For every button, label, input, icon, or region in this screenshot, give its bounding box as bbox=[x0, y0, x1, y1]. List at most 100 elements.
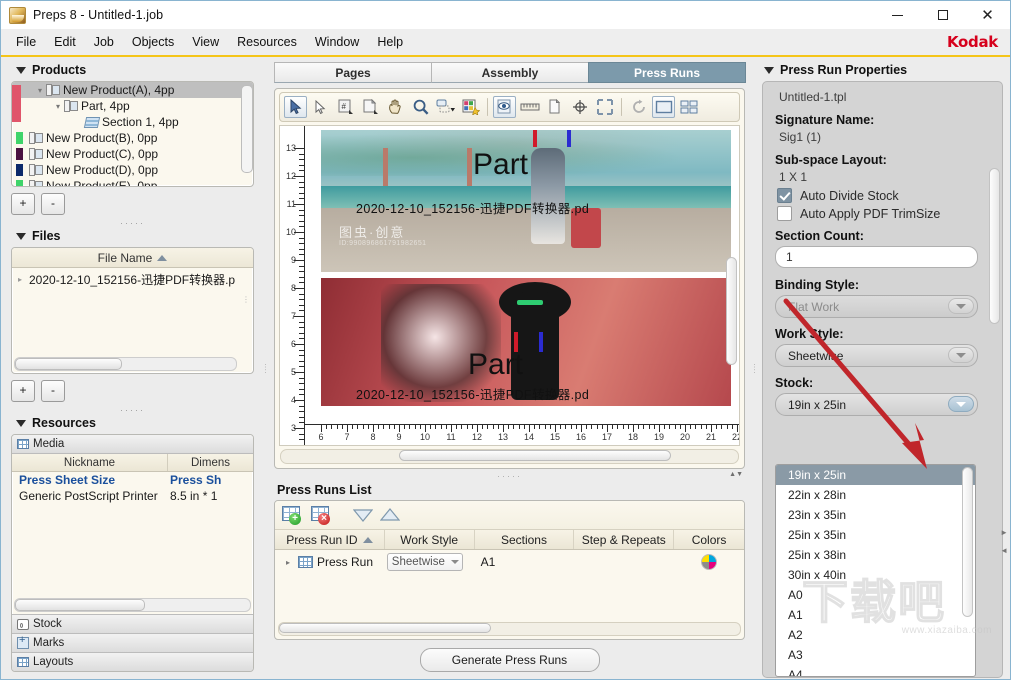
resources-tab-marks[interactable]: Marks bbox=[12, 633, 253, 652]
select-arrow-icon[interactable] bbox=[284, 96, 307, 118]
press-run-properties-header[interactable]: Press Run Properties bbox=[758, 58, 1005, 81]
cmyk-icon[interactable] bbox=[701, 554, 718, 570]
tab-assembly[interactable]: Assembly bbox=[431, 62, 589, 83]
stock-option[interactable]: 23in x 35in bbox=[776, 505, 975, 525]
delete-press-run-icon[interactable]: × bbox=[311, 505, 333, 525]
registration-target-icon[interactable] bbox=[568, 96, 591, 118]
artboard[interactable]: 图虫·创意 ID:990896861791982651 Part 2020-12… bbox=[321, 126, 731, 424]
menu-view[interactable]: View bbox=[183, 32, 228, 52]
expander-icon[interactable]: ▸ bbox=[14, 275, 26, 284]
press-runs-horizontal-scrollbar[interactable] bbox=[278, 622, 741, 636]
expander-icon[interactable]: ▾ bbox=[52, 102, 64, 111]
stock-option[interactable]: 25in x 35in bbox=[776, 525, 975, 545]
work-style-select[interactable]: Sheetwise bbox=[386, 553, 463, 571]
stock-dropdown-list[interactable]: 19in x 25in 22in x 28in 23in x 35in 25in… bbox=[775, 464, 976, 677]
marquee-select-icon[interactable] bbox=[434, 96, 457, 118]
scrollbar-thumb[interactable] bbox=[15, 358, 122, 370]
stock-option[interactable]: A0 bbox=[776, 585, 975, 605]
direct-select-icon[interactable] bbox=[309, 96, 332, 118]
column-work-style[interactable]: Work Style bbox=[385, 530, 475, 549]
press-run-row[interactable]: ▸ Press Run Sheetwise A1 bbox=[275, 550, 744, 574]
expander-icon[interactable]: ▸ bbox=[282, 558, 294, 567]
files-horizontal-scrollbar[interactable] bbox=[14, 357, 237, 371]
column-sections[interactable]: Sections bbox=[475, 530, 575, 549]
panel-splitter-handle[interactable]: ····· bbox=[10, 402, 255, 416]
stock-option[interactable]: A4 bbox=[776, 665, 975, 676]
hand-pan-icon[interactable] bbox=[384, 96, 407, 118]
stock-option[interactable]: A1 bbox=[776, 605, 975, 625]
scrollbar-thumb[interactable] bbox=[279, 623, 491, 633]
column-dimensions[interactable]: Dimens bbox=[168, 454, 253, 471]
chevron-down-icon[interactable] bbox=[948, 396, 974, 412]
resources-horizontal-scrollbar[interactable] bbox=[14, 598, 251, 612]
auto-divide-stock-row[interactable]: Auto Divide Stock bbox=[777, 188, 978, 203]
products-section-header[interactable]: Products bbox=[10, 58, 255, 81]
scrollbar-thumb[interactable] bbox=[989, 168, 1000, 324]
page-move-icon[interactable] bbox=[359, 96, 382, 118]
stock-select[interactable]: 19in x 25in bbox=[775, 393, 978, 416]
binding-style-select[interactable]: Flat Work bbox=[775, 295, 978, 318]
stock-option[interactable]: 30in x 40in bbox=[776, 565, 975, 585]
chevron-down-icon[interactable] bbox=[948, 298, 974, 314]
files-section-header[interactable]: Files bbox=[10, 229, 255, 247]
stock-option[interactable]: 19in x 25in bbox=[776, 465, 975, 485]
resources-tab-stock[interactable]: Stock bbox=[12, 614, 253, 633]
generate-press-runs-button[interactable]: Generate Press Runs bbox=[419, 648, 600, 672]
tree-item-part[interactable]: ▾ Part, 4pp bbox=[12, 98, 253, 114]
column-step-repeats[interactable]: Step & Repeats bbox=[574, 530, 675, 549]
scrollbar-thumb[interactable] bbox=[241, 85, 253, 173]
scrollbar-thumb[interactable] bbox=[726, 257, 737, 365]
left-center-splitter[interactable]: ···· bbox=[261, 58, 270, 678]
center-right-splitter[interactable]: ···· bbox=[750, 58, 759, 678]
resources-row[interactable]: Generic PostScript Printer 8.5 in * 1 bbox=[12, 488, 253, 504]
menu-window[interactable]: Window bbox=[306, 32, 368, 52]
products-scrollbar[interactable] bbox=[241, 85, 253, 179]
preview-eye-icon[interactable] bbox=[493, 96, 516, 118]
file-row[interactable]: ▸ 2020-12-10_152156-迅捷PDF转换器.p bbox=[12, 268, 253, 291]
menu-edit[interactable]: Edit bbox=[45, 32, 85, 52]
imposition-stage[interactable]: 13 12 11 10 9 8 7 6 5 4 3 bbox=[279, 125, 740, 446]
remove-product-button[interactable]: - bbox=[41, 193, 65, 215]
collapse-triangle-icon[interactable] bbox=[16, 232, 26, 240]
column-colors[interactable]: Colors bbox=[674, 530, 744, 549]
tree-item-new-product-b[interactable]: New Product(B), 0pp bbox=[12, 130, 253, 146]
move-up-icon[interactable] bbox=[380, 508, 400, 522]
scrollbar-thumb[interactable] bbox=[15, 599, 145, 611]
fit-corners-icon[interactable] bbox=[593, 96, 616, 118]
work-style-select[interactable]: Sheetwise bbox=[775, 344, 978, 367]
stock-option[interactable]: 25in x 38in bbox=[776, 545, 975, 565]
products-tree[interactable]: ▾ New Product(A), 4pp ▾ Part, 4pp Sectio… bbox=[11, 81, 254, 187]
tab-press-runs[interactable]: Press Runs bbox=[588, 62, 746, 83]
auto-apply-trimsize-checkbox[interactable] bbox=[777, 206, 792, 221]
panel-collapse-arrows[interactable]: ► ◄ bbox=[1000, 528, 1008, 555]
canvas-horizontal-scrollbar[interactable] bbox=[280, 449, 739, 464]
stock-option[interactable]: 22in x 28in bbox=[776, 485, 975, 505]
tree-item-new-product-e[interactable]: New Product(E), 0pp bbox=[12, 178, 253, 186]
column-nickname[interactable]: Nickname bbox=[12, 454, 168, 471]
splitter-arrows[interactable]: ▲▼ bbox=[729, 471, 743, 478]
auto-divide-stock-checkbox[interactable] bbox=[777, 188, 792, 203]
zoom-magnifier-icon[interactable] bbox=[409, 96, 432, 118]
collapse-triangle-icon[interactable] bbox=[16, 66, 26, 74]
multi-view-icon[interactable] bbox=[677, 96, 700, 118]
single-view-icon[interactable] bbox=[652, 96, 675, 118]
auto-apply-trimsize-row[interactable]: Auto Apply PDF TrimSize bbox=[777, 206, 978, 221]
move-down-icon[interactable] bbox=[353, 508, 373, 522]
resources-row[interactable]: Press Sheet Size Press Sh bbox=[12, 472, 253, 488]
maximize-button[interactable] bbox=[920, 1, 965, 29]
collapse-triangle-icon[interactable] bbox=[16, 419, 26, 427]
remove-file-button[interactable]: - bbox=[41, 380, 65, 402]
tab-pages[interactable]: Pages bbox=[274, 62, 432, 83]
tree-item-new-product-a[interactable]: ▾ New Product(A), 4pp bbox=[12, 82, 253, 98]
expander-icon[interactable]: ▾ bbox=[34, 86, 46, 95]
close-button[interactable]: ✕ bbox=[965, 1, 1010, 29]
tree-item-new-product-d[interactable]: New Product(D), 0pp bbox=[12, 162, 253, 178]
menu-help[interactable]: Help bbox=[368, 32, 412, 52]
collapse-triangle-icon[interactable] bbox=[764, 66, 774, 74]
scrollbar-thumb[interactable] bbox=[399, 450, 671, 461]
files-column-header[interactable]: File Name bbox=[12, 248, 253, 268]
collapse-left-icon[interactable]: ◄ bbox=[1000, 546, 1008, 555]
column-press-run-id[interactable]: Press Run ID bbox=[275, 530, 385, 549]
scrollbar-thumb[interactable] bbox=[962, 467, 973, 617]
ruler-icon[interactable] bbox=[518, 96, 541, 118]
